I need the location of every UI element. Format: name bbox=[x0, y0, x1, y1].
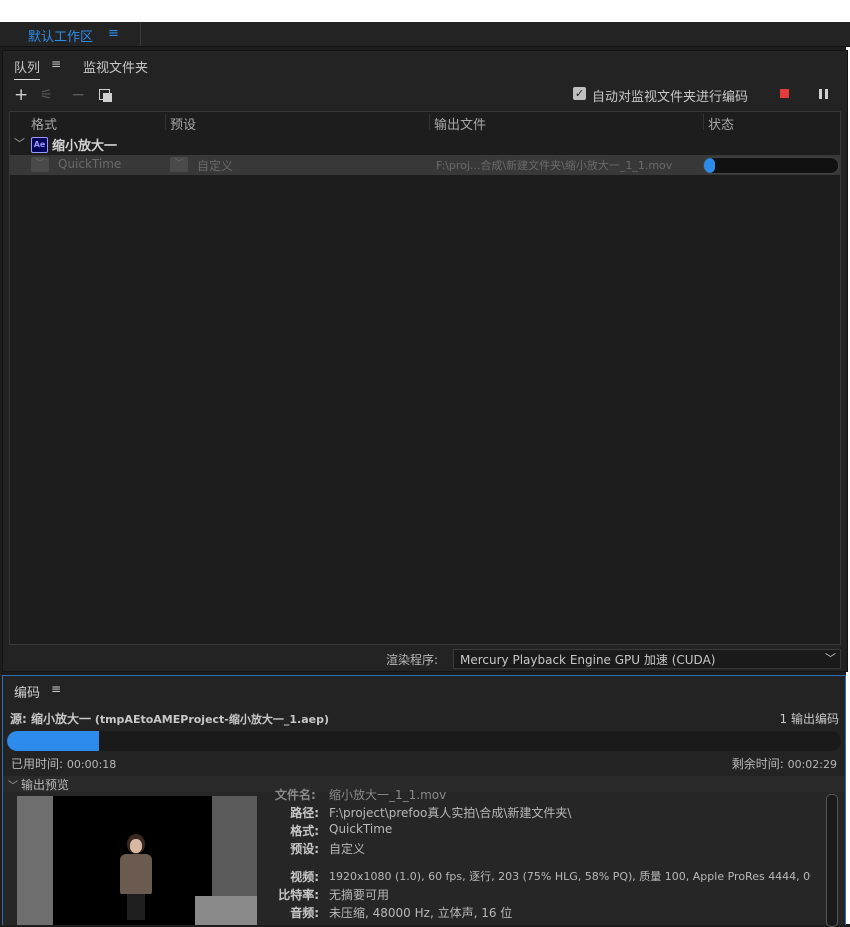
source-prefix: 源: 缩小放大一 bbox=[10, 712, 91, 726]
tab-encode[interactable]: 编码 bbox=[14, 682, 40, 701]
item-format[interactable]: QuickTime bbox=[58, 157, 121, 171]
queue-toolbar: + ⚟ − ✓ 自动对监视文件夹进行编码 bbox=[3, 85, 847, 107]
chevron-down-icon: ﹀ bbox=[825, 652, 836, 665]
output-preview-area: 文件名: 缩小放大一_1_1.mov 路径: F:\project\prefoo… bbox=[3, 788, 845, 927]
elapsed-time: 已用时间: 00:00:18 bbox=[11, 755, 116, 772]
workspace-menu-icon[interactable]: ≡ bbox=[108, 26, 119, 41]
meta-filename-key: 文件名: bbox=[275, 788, 316, 802]
chevron-down-icon[interactable]: ﹀ bbox=[8, 777, 18, 792]
format-dropdown-icon[interactable]: ﹀ bbox=[31, 157, 49, 172]
column-status[interactable]: 状态 bbox=[708, 114, 734, 133]
renderer-select[interactable]: Mercury Playback Engine GPU 加速 (CUDA) ﹀ bbox=[453, 649, 841, 669]
encode-menu-icon[interactable]: ≡ bbox=[51, 682, 61, 696]
stop-button[interactable] bbox=[780, 89, 789, 98]
renderer-label: 渲染程序: bbox=[386, 653, 439, 667]
queue-tabs: 队列 ≡ 监视文件夹 bbox=[3, 51, 847, 80]
meta-video-value: 1920x1080 (1.0), 60 fps, 逐行, 203 (75% HL… bbox=[329, 870, 811, 883]
column-format[interactable]: 格式 bbox=[31, 114, 57, 133]
workspace-tab[interactable]: 默认工作区 ≡ bbox=[0, 22, 141, 46]
meta-preset-value: 自定义 bbox=[329, 842, 366, 856]
group-name: 缩小放大一 bbox=[52, 139, 118, 154]
title-strip bbox=[0, 0, 850, 22]
chevron-down-icon[interactable]: ﹀ bbox=[14, 135, 25, 151]
meta-path-key: 路径: bbox=[290, 806, 319, 820]
workspace-label: 默认工作区 bbox=[28, 30, 94, 45]
item-status-progress bbox=[703, 157, 839, 174]
remove-icon[interactable]: − bbox=[71, 85, 85, 105]
queue-group-row[interactable]: ﹀ Ae 缩小放大一 bbox=[10, 134, 840, 154]
output-preview-label: 输出预览 bbox=[21, 778, 70, 792]
column-header: 格式 预设 输出文件 状态 bbox=[10, 112, 840, 133]
item-status-fill bbox=[704, 158, 715, 173]
elapsed-value: 00:00:18 bbox=[66, 758, 117, 771]
meta-audio-value: 未压缩, 48000 Hz, 立体声, 16 位 bbox=[329, 906, 513, 920]
meta-bitrate-value: 无摘要可用 bbox=[329, 888, 390, 902]
source-file: (tmpAEtoAMEProject-缩小放大一_1.aep) bbox=[94, 713, 329, 726]
preview-scrollbar[interactable] bbox=[826, 794, 838, 927]
after-effects-icon: Ae bbox=[31, 137, 48, 153]
output-count: 1 输出编码 bbox=[779, 712, 839, 726]
auto-encode-checkbox[interactable]: ✓ bbox=[573, 87, 586, 100]
meta-filename-value: 缩小放大一_1_1.mov bbox=[329, 788, 447, 802]
meta-preset-key: 预设: bbox=[290, 842, 319, 856]
tab-queue[interactable]: 队列 bbox=[14, 57, 41, 80]
meta-bitrate-key: 比特率: bbox=[278, 888, 319, 902]
queue-list: 格式 预设 输出文件 状态 ﹀ Ae 缩小放大一 ﹀ QuickTime ﹀ 自… bbox=[9, 111, 841, 645]
meta-audio-key: 音频: bbox=[290, 906, 319, 920]
workspace-bar: 默认工作区 ≡ bbox=[0, 22, 850, 47]
column-output[interactable]: 输出文件 bbox=[434, 114, 486, 133]
queue-menu-icon[interactable]: ≡ bbox=[51, 57, 61, 71]
duplicate-icon[interactable] bbox=[99, 89, 113, 103]
add-icon[interactable]: + bbox=[14, 85, 28, 105]
item-preset[interactable]: 自定义 bbox=[197, 157, 233, 174]
remaining-time: 剩余时间: 00:02:29 bbox=[732, 755, 837, 772]
tab-watch-folders[interactable]: 监视文件夹 bbox=[83, 57, 148, 76]
queue-panel: 队列 ≡ 监视文件夹 + ⚟ − ✓ 自动对监视文件夹进行编码 格式 预设 输出… bbox=[2, 50, 848, 672]
auto-encode-label: 自动对监视文件夹进行编码 bbox=[592, 90, 749, 105]
pause-button[interactable] bbox=[819, 89, 829, 99]
item-output[interactable]: F:\proj...合成\新建文件夹\缩小放大一_1_1.mov bbox=[436, 157, 672, 173]
queue-item-row[interactable]: ﹀ QuickTime ﹀ 自定义 F:\proj...合成\新建文件夹\缩小放… bbox=[10, 155, 840, 175]
renderer-value: Mercury Playback Engine GPU 加速 (CUDA) bbox=[460, 653, 716, 667]
meta-format-value: QuickTime bbox=[329, 822, 393, 836]
meta-video-key: 视频: bbox=[290, 870, 319, 884]
encode-panel: 编码 ≡ 源: 缩小放大一 (tmpAEtoAMEProject-缩小放大一_1… bbox=[2, 675, 846, 927]
encode-progress bbox=[7, 731, 841, 751]
encode-progress-fill bbox=[7, 731, 99, 751]
settings-icon[interactable]: ⚟ bbox=[40, 85, 53, 105]
preview-thumbnail bbox=[17, 796, 257, 925]
remaining-label: 剩余时间: bbox=[731, 757, 784, 771]
elapsed-label: 已用时间: bbox=[11, 757, 64, 771]
meta-path-value: F:\project\prefoo真人实拍\合成\新建文件夹\ bbox=[329, 806, 572, 820]
column-preset[interactable]: 预设 bbox=[170, 114, 196, 133]
preset-dropdown-icon[interactable]: ﹀ bbox=[170, 157, 188, 172]
source-line: 源: 缩小放大一 (tmpAEtoAMEProject-缩小放大一_1.aep) bbox=[10, 710, 329, 727]
remaining-value: 00:02:29 bbox=[787, 758, 837, 771]
meta-format-key: 格式: bbox=[290, 824, 319, 838]
